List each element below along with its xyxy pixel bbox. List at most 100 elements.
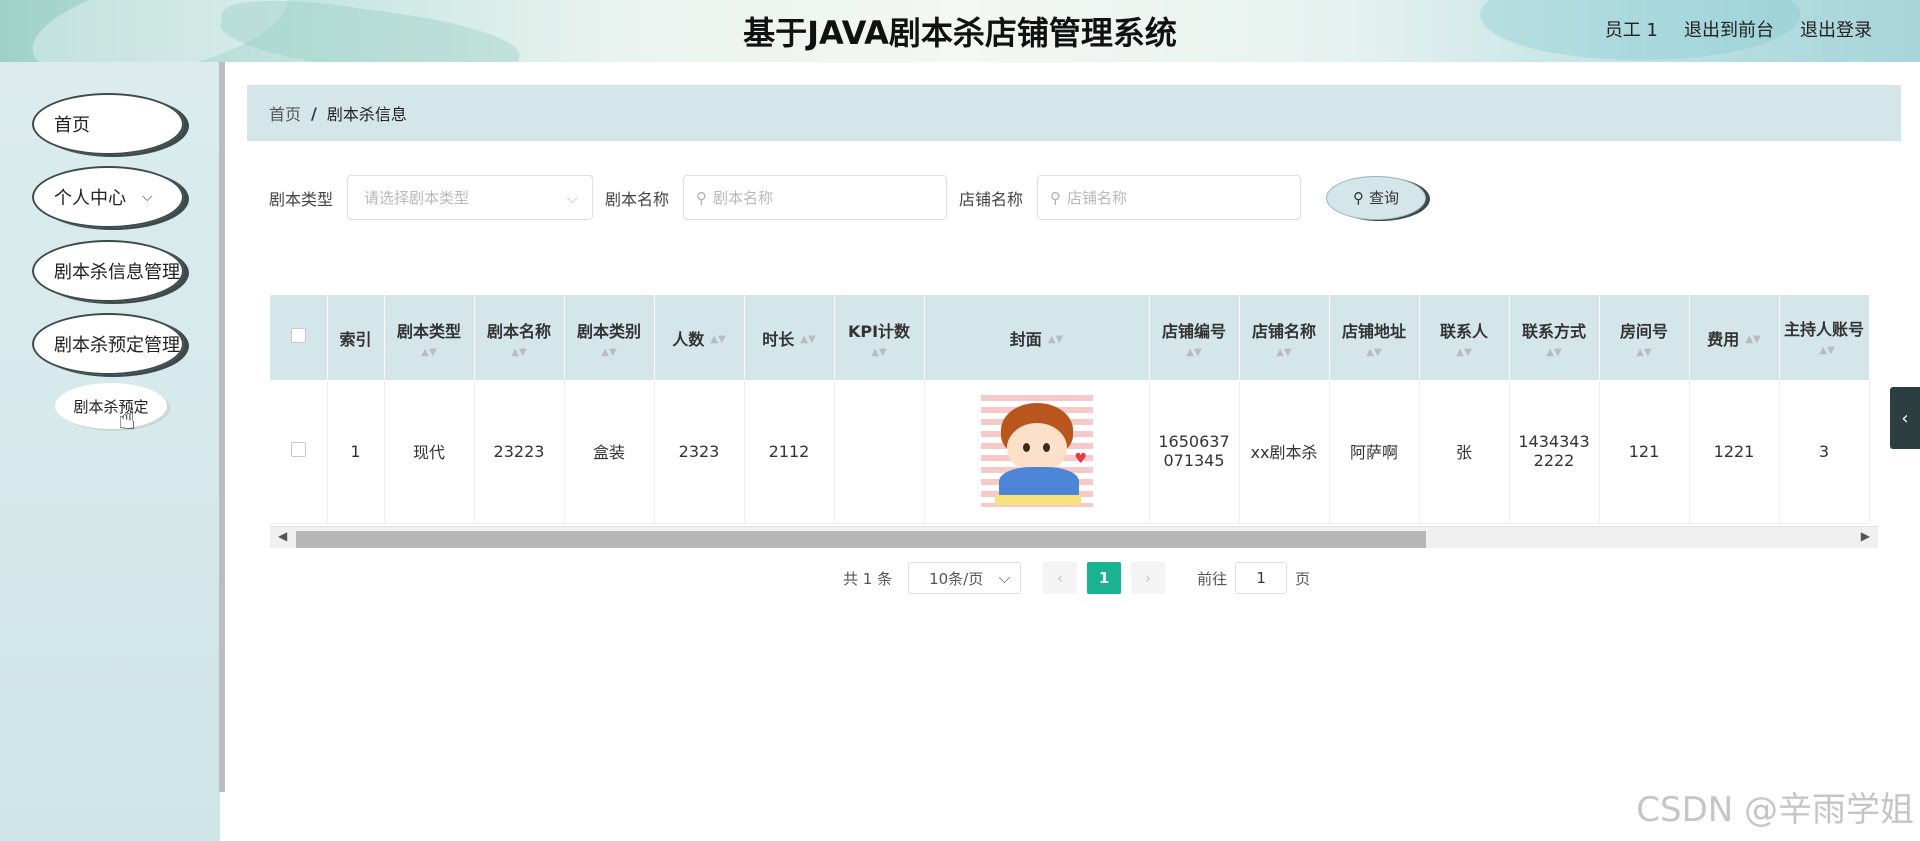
sort-icon[interactable]: ▲▼ [1819, 345, 1834, 356]
goto-label: 前往 [1197, 569, 1228, 588]
table-cell: xx剧本杀 [1239, 380, 1330, 524]
table-cell: 14343432222 [1509, 380, 1600, 524]
search-icon: ⚲ [696, 188, 708, 207]
header-links: 员工 1 退出到前台 退出登录 [1605, 16, 1872, 42]
column-header[interactable]: 主持人账号▲▼ [1779, 295, 1870, 380]
column-header[interactable]: 封面 ▲▼ [924, 295, 1150, 380]
hand-cursor-icon: ☝ [118, 402, 137, 437]
column-header[interactable]: 剧本类别 ▲▼ [564, 295, 655, 380]
column-header[interactable]: 房间号 ▲▼ [1599, 295, 1690, 380]
select-all-header[interactable] [270, 295, 328, 380]
shop-search-input[interactable]: ⚲ 店铺名称 [1037, 175, 1302, 220]
table-cell: 3 [1779, 380, 1870, 524]
sidebar-scrollbar[interactable] [219, 62, 225, 792]
breadcrumb-current: 剧本杀信息 [326, 105, 407, 124]
shop-placeholder: 店铺名称 [1067, 189, 1128, 207]
chevron-down-icon: ⌵ [566, 188, 579, 207]
sort-icon[interactable]: ▲▼ [389, 347, 470, 358]
top-header: 基于JAVA剧本杀店铺管理系统 员工 1 退出到前台 退出登录 [0, 0, 1920, 62]
cover-image[interactable]: ♥ [980, 395, 1093, 508]
sidebar-item-script-info[interactable]: 剧本杀信息管理 [32, 240, 184, 302]
column-header[interactable]: 店铺编号 ▲▼ [1149, 295, 1240, 380]
sort-icon[interactable]: ▲▼ [1745, 335, 1760, 345]
sort-icon[interactable]: ▲▼ [1244, 347, 1325, 358]
row-select-cell[interactable] [270, 380, 328, 524]
sort-icon[interactable]: ▲▼ [479, 347, 560, 358]
sort-icon[interactable]: ▲▼ [1048, 335, 1063, 345]
column-header[interactable]: 店铺名称 ▲▼ [1239, 295, 1330, 380]
sidebar-item-label: 个人中心 [54, 188, 126, 209]
sort-icon[interactable]: ▲▼ [569, 347, 650, 358]
table-header-row: 索引 剧本类型 ▲▼ 剧本名称 ▲▼ 剧本类别 ▲▼ 人数 ▲▼ 时长 ▲▼ KPI计数 ▲… [270, 295, 1870, 380]
query-button[interactable]: ⚲ 查询 [1326, 175, 1427, 220]
data-table: 索引 剧本类型 ▲▼ 剧本名称 ▲▼ 剧本类别 ▲▼ 人数 ▲▼ 时长 ▲▼ KPI计数 ▲… [270, 295, 1870, 524]
scroll-right-icon[interactable]: ▶ [1861, 529, 1870, 543]
table-cell: 2112 [744, 380, 835, 524]
sidebar-item-booking-management[interactable]: 剧本杀预定管理 [32, 313, 184, 375]
next-page-button[interactable]: › [1131, 562, 1166, 594]
user-name[interactable]: 员工 1 [1605, 16, 1658, 42]
table-cell: 盒装 [564, 380, 655, 524]
column-header[interactable]: 时长 ▲▼ [744, 295, 835, 380]
search-icon: ⚲ [1050, 188, 1062, 207]
cover-cell: ♥ [924, 380, 1150, 524]
sidebar-item-label: 剧本杀信息管理 [54, 262, 180, 283]
column-header[interactable]: KPI计数 ▲▼ [834, 295, 925, 380]
table-cell: 121 [1599, 380, 1690, 524]
column-header[interactable]: 剧本类型 ▲▼ [384, 295, 475, 380]
column-header[interactable]: 剧本名称 ▲▼ [474, 295, 565, 380]
sort-icon[interactable]: ▲▼ [1424, 347, 1505, 358]
prev-page-button[interactable]: ‹ [1043, 562, 1078, 594]
chevron-left-icon: ‹ [1057, 569, 1064, 587]
table-row[interactable]: 1 现代 23223 盒装 2323 2112 ♥ 1650637071345 … [270, 380, 1870, 524]
sidebar-item-label: 剧本杀预定管理 [54, 335, 180, 356]
chevron-down-icon: ⌵ [142, 189, 153, 205]
scroll-left-icon[interactable]: ◀ [278, 529, 287, 543]
sidebar-item-label: 首页 [54, 115, 90, 136]
sort-icon[interactable]: ▲▼ [1514, 347, 1595, 358]
page-size-select[interactable]: 10条/页 ⌵ [908, 562, 1022, 594]
sidebar-item-home[interactable]: 首页 [32, 93, 184, 155]
name-search-input[interactable]: ⚲ 剧本名称 [683, 175, 948, 220]
column-header: 索引 [327, 295, 385, 380]
page-number-current[interactable]: 1 [1087, 562, 1122, 594]
row-checkbox[interactable] [290, 441, 306, 457]
table-cell: 张 [1419, 380, 1510, 524]
select-all-checkbox[interactable] [290, 328, 306, 343]
logout-link[interactable]: 退出登录 [1800, 16, 1872, 42]
sort-icon[interactable]: ▲▼ [710, 335, 725, 345]
total-count: 共 1 条 [843, 569, 893, 588]
submenu-item-booking[interactable]: 剧本杀预定 [55, 383, 167, 429]
sort-icon[interactable]: ▲▼ [800, 335, 815, 345]
right-panel-toggle[interactable]: ‹ [1890, 387, 1920, 449]
sort-icon[interactable]: ▲▼ [839, 347, 920, 358]
column-header[interactable]: 人数 ▲▼ [654, 295, 745, 380]
sort-icon[interactable]: ▲▼ [1154, 347, 1235, 358]
table-cell: 阿萨啊 [1329, 380, 1420, 524]
sort-icon[interactable]: ▲▼ [1604, 347, 1685, 358]
table-cell: 1650637071345 [1149, 380, 1240, 524]
table-cell: 1221 [1689, 380, 1780, 524]
query-button-label: 查询 [1369, 189, 1400, 207]
name-placeholder: 剧本名称 [713, 189, 774, 207]
scrollbar-thumb[interactable] [296, 531, 1426, 548]
chevron-right-icon: › [1145, 569, 1152, 587]
column-header[interactable]: 费用 ▲▼ [1689, 295, 1780, 380]
table-cell: 2323 [654, 380, 745, 524]
breadcrumb-home[interactable]: 首页 [269, 101, 301, 125]
table-cell [834, 380, 925, 524]
back-to-front-link[interactable]: 退出到前台 [1684, 16, 1774, 42]
goto-page-input[interactable]: 1 [1235, 562, 1288, 594]
column-header[interactable]: 店铺地址 ▲▼ [1329, 295, 1420, 380]
column-header[interactable]: 联系人 ▲▼ [1419, 295, 1510, 380]
sort-icon[interactable]: ▲▼ [1334, 347, 1415, 358]
column-header[interactable]: 联系方式 ▲▼ [1509, 295, 1600, 380]
breadcrumb-separator: / [311, 103, 317, 123]
table-horizontal-scrollbar[interactable]: ◀ ▶ [270, 526, 1878, 548]
page-unit-label: 页 [1295, 569, 1311, 588]
sidebar-item-profile[interactable]: 个人中心 ⌵ [32, 166, 184, 228]
search-icon: ⚲ [1353, 188, 1365, 207]
watermark: CSDN @辛雨学姐 [1636, 790, 1914, 830]
shop-label: 店铺名称 [959, 189, 1024, 209]
type-select[interactable]: 请选择剧本类型 ⌵ [347, 175, 594, 220]
